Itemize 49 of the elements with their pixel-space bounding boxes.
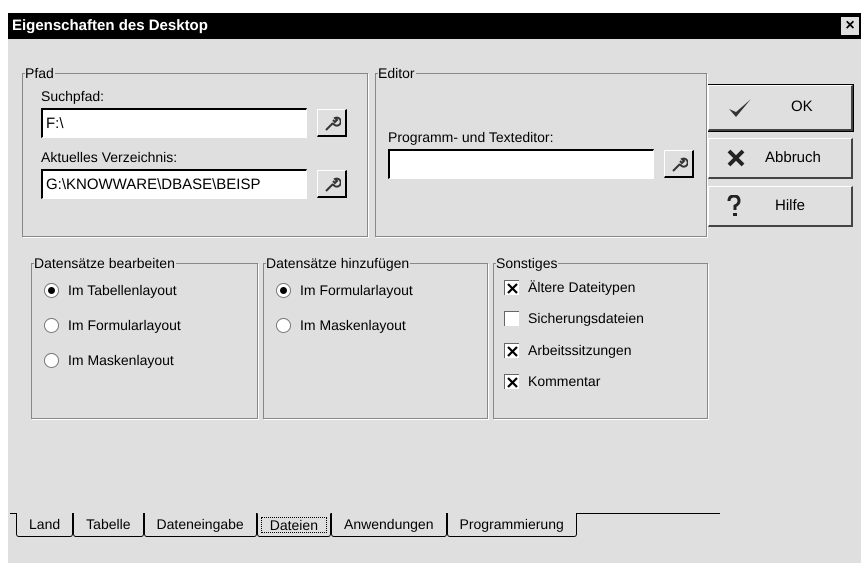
option-label: Im Tabellenlayout [68, 280, 177, 300]
checkbox[interactable] [504, 280, 519, 295]
browse-button[interactable] [317, 109, 347, 137]
radio-button[interactable] [44, 352, 59, 368]
tab[interactable]: Dateien [256, 513, 331, 537]
field-label: Aktuelles Verzeichnis: [41, 148, 178, 166]
checkmark-icon [727, 96, 753, 118]
checkbox[interactable] [504, 343, 519, 358]
checkbox[interactable] [504, 311, 519, 326]
input-field[interactable] [388, 149, 654, 179]
field-label: Suchpfad: [41, 87, 106, 105]
option-label: Ältere Dateitypen [528, 278, 636, 297]
radio-button[interactable] [276, 282, 291, 298]
close-button[interactable]: × [841, 17, 859, 35]
cancel-button[interactable]: Abbruch [708, 138, 853, 179]
help-icon [727, 195, 741, 217]
browse-button[interactable] [317, 170, 347, 198]
option-label: Im Formularlayout [68, 316, 181, 335]
window-title: Eigenschaften des Desktop [12, 16, 208, 36]
tab[interactable]: Tabelle [73, 513, 144, 537]
option-label: Im Maskenlayout [68, 350, 174, 370]
wrench-icon [322, 114, 340, 132]
group-title: Sonstiges [496, 255, 558, 271]
checkbox[interactable] [504, 374, 519, 389]
radio-button[interactable] [44, 282, 59, 298]
option-label: Kommentar [528, 372, 600, 391]
tab[interactable]: Land [16, 513, 74, 537]
radio-button[interactable] [276, 318, 291, 332]
tab[interactable]: Programmierung [446, 513, 577, 537]
radio-button[interactable] [44, 318, 59, 332]
option-label: Im Maskenlayout [300, 316, 406, 335]
option-label: Arbeitssitzungen [528, 341, 632, 360]
wrench-icon [322, 174, 340, 192]
group-title: Datensätze hinzufügen [266, 255, 410, 271]
option-label: Im Formularlayout [300, 280, 413, 300]
field-label: Programm- und Texteditor: [388, 128, 554, 146]
browse-button[interactable] [664, 150, 694, 178]
tab[interactable]: Dateneingabe [144, 513, 257, 537]
wrench-icon [670, 154, 688, 172]
group-title: Datensätze bearbeiten [34, 255, 176, 271]
group-title: Editor [378, 65, 416, 81]
help-button[interactable]: Hilfe [708, 186, 853, 227]
group-title: Pfad [25, 65, 55, 81]
input-field[interactable]: F:\ [41, 108, 307, 138]
input-field[interactable]: G:\KNOWWARE\DBASE\BEISP [41, 169, 307, 199]
ok-button[interactable]: OK [708, 85, 853, 131]
tab[interactable]: Anwendungen [330, 513, 447, 537]
close-icon [727, 149, 745, 167]
option-label: Sicherungsdateien [528, 309, 644, 328]
